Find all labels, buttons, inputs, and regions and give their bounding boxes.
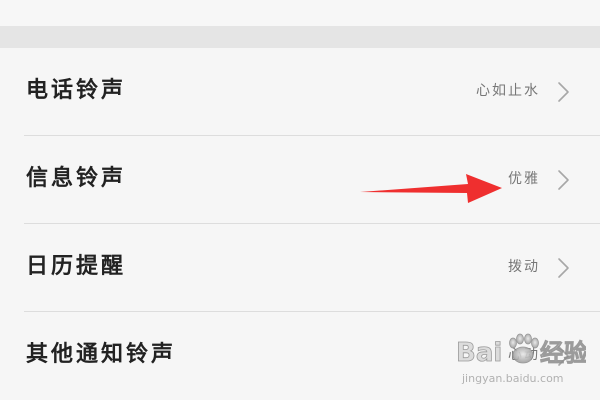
settings-row-value: 心如止水 — [476, 83, 540, 99]
settings-row-message-ringtone[interactable]: 信息铃声 优雅 — [0, 136, 600, 224]
chevron-right-icon — [554, 344, 572, 368]
chevron-right-icon — [554, 256, 572, 280]
settings-row-value: 优雅 — [508, 171, 540, 187]
ringtone-settings-list: 电话铃声 心如止水 信息铃声 优雅 日历提醒 拨动 其他通知铃声 心动 — [0, 48, 600, 400]
settings-row-value: 拨动 — [508, 259, 540, 275]
top-strip — [0, 0, 600, 26]
settings-row-label: 信息铃声 — [26, 166, 127, 191]
settings-row-calendar-reminder[interactable]: 日历提醒 拨动 — [0, 224, 600, 312]
settings-row-label: 电话铃声 — [26, 78, 127, 103]
chevron-right-icon — [554, 168, 572, 192]
section-gap — [0, 26, 600, 48]
chevron-right-icon — [554, 80, 572, 104]
settings-row-phone-ringtone[interactable]: 电话铃声 心如止水 — [0, 48, 600, 136]
settings-row-label: 日历提醒 — [26, 254, 127, 279]
settings-row-value: 心动 — [508, 347, 540, 363]
settings-row-other-notification-ringtone[interactable]: 其他通知铃声 心动 — [0, 312, 600, 400]
settings-row-label: 其他通知铃声 — [26, 342, 177, 367]
ringtone-settings-screen: 电话铃声 心如止水 信息铃声 优雅 日历提醒 拨动 其他通知铃声 心动 Bai … — [0, 0, 600, 400]
